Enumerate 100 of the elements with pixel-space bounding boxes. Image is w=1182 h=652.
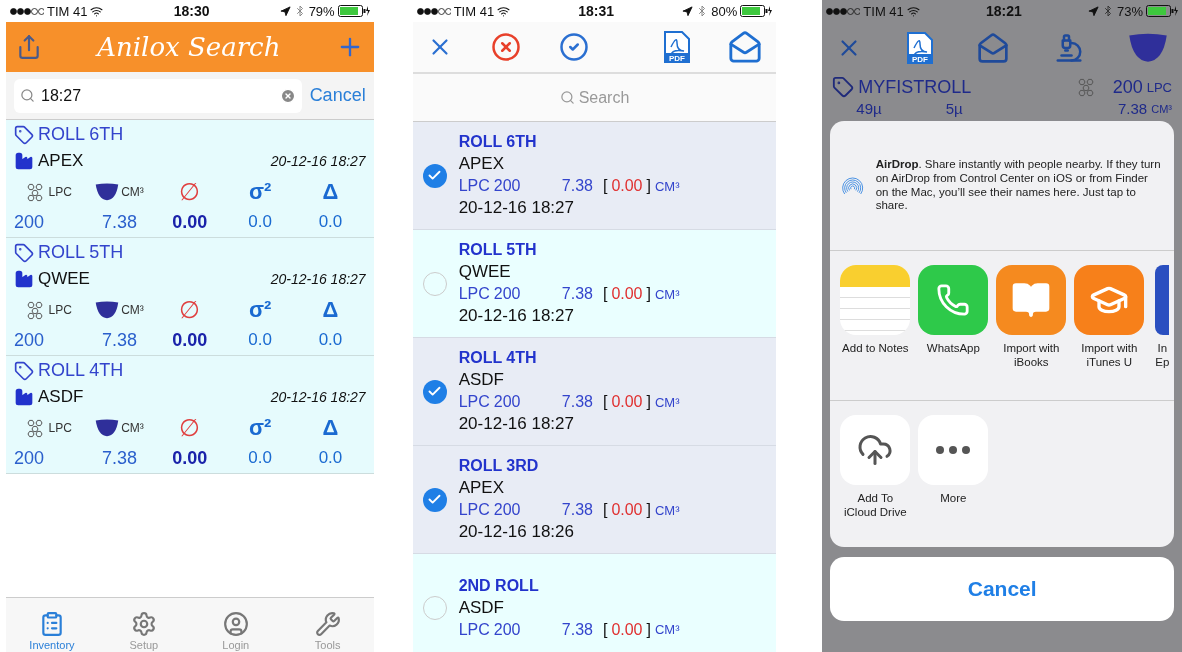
roll-row[interactable]: 2ND ROLL ASDF LPC 200 7.38 [ 0.00 ] CM³ xyxy=(412,554,777,652)
settings-icon xyxy=(130,611,157,637)
tag-icon xyxy=(14,360,34,381)
clock-time: 18:30 xyxy=(173,3,210,19)
lpc-value: 200 xyxy=(14,448,46,469)
pdf-file-icon[interactable]: PDF xyxy=(664,31,691,63)
deviation-value: 0.00 xyxy=(611,285,643,303)
app-icon[interactable] xyxy=(1155,265,1170,335)
carrier-name: TIM 41 xyxy=(863,3,904,19)
lpc-label: LPC xyxy=(48,184,72,199)
lpc-label: LPC xyxy=(458,285,490,303)
wifi-icon xyxy=(497,4,511,18)
selection-checkbox[interactable] xyxy=(422,163,447,188)
volume-value: 7.38 xyxy=(561,177,593,195)
more-icon[interactable] xyxy=(918,415,989,485)
volume-value: 7.38 xyxy=(101,330,137,351)
lpc-value: 200 xyxy=(1112,76,1143,98)
close-bracket: ] xyxy=(646,501,651,519)
company-name: APEX xyxy=(458,154,505,174)
carrier-name: TIM 41 xyxy=(47,3,88,19)
selection-checkbox[interactable] xyxy=(422,487,447,512)
volume-value: 7.38 xyxy=(1118,100,1148,117)
unit-label: CM³ xyxy=(654,622,680,637)
tab-bar-item[interactable]: Inventory xyxy=(6,598,98,652)
select-all-icon[interactable] xyxy=(558,32,589,62)
search-value: 18:27 xyxy=(41,86,82,105)
selection-checkbox[interactable] xyxy=(422,379,447,404)
app-label: In Ep xyxy=(1154,341,1171,370)
wall-value: 5µ xyxy=(945,100,963,117)
roll-row[interactable]: ROLL 6TH APEX LPC 200 7.38 [ 0.00 ] CM³ 20-12-16 18:27 xyxy=(412,122,777,230)
diameter-value: 0.00 xyxy=(172,212,208,233)
lpc-value: 200 xyxy=(493,177,522,195)
delta-value: 0.0 xyxy=(318,330,343,351)
icloud-drive-icon[interactable] xyxy=(840,415,911,485)
roll-row[interactable]: ROLL 5TH QWEE LPC 200 7.38 [ 0.00 ] CM³ 20-12-16 18:27 xyxy=(412,230,777,338)
roll-row[interactable]: ROLL 3RD APEX LPC 200 7.38 [ 0.00 ] CM³ 20-12-16 18:26 xyxy=(412,446,777,554)
search-field[interactable]: 18:27 xyxy=(14,78,302,113)
roll-row[interactable]: ROLL 5TH QWEE 20-12-16 18:27 LPC CM³ ∅ σ² Δ 200 7.38 0.00 0.0 0.0 xyxy=(6,238,374,356)
search-icon xyxy=(20,88,35,103)
delta-symbol: Δ xyxy=(322,178,339,205)
diameter-symbol: ∅ xyxy=(179,177,201,206)
volume-label: CM³ xyxy=(121,184,144,199)
roll-name: ROLL 4TH xyxy=(458,349,538,367)
app-title: Anilox Search xyxy=(97,32,281,62)
lpc-value: 200 xyxy=(14,212,46,233)
variance-value: 0.0 xyxy=(248,330,272,351)
roll-row[interactable]: ROLL 6TH APEX 20-12-16 18:27 LPC CM³ ∅ σ² Δ 200 7.38 0.00 0.0 0.0 xyxy=(6,120,374,238)
lpc-value: 200 xyxy=(493,285,522,303)
action-label: Add To iCloud Drive xyxy=(843,491,908,520)
lpc-label: LPC xyxy=(48,420,72,435)
delta-symbol: Δ xyxy=(322,296,339,323)
cup-icon xyxy=(95,300,120,319)
clock-time: 18:31 xyxy=(578,3,615,19)
ibooks-app-icon[interactable] xyxy=(996,265,1067,335)
location-icon xyxy=(682,5,694,17)
cancel-button[interactable]: Cancel xyxy=(309,85,366,106)
deviation-value: 0.00 xyxy=(611,501,643,519)
deselect-icon[interactable] xyxy=(490,32,521,62)
roll-date: 20-12-16 18:27 xyxy=(270,389,366,406)
battery-percent: 80% xyxy=(711,3,738,19)
roll-row[interactable]: ROLL 4TH ASDF 20-12-16 18:27 LPC CM³ ∅ σ² Δ 200 7.38 0.00 0.0 0.0 xyxy=(6,356,374,474)
open-bracket: [ xyxy=(602,177,608,195)
pdf-file-icon[interactable]: PDF xyxy=(906,32,933,64)
delta-value: 0.0 xyxy=(318,212,343,233)
lpc-value: 200 xyxy=(14,330,46,351)
company-name: APEX xyxy=(458,478,505,498)
volume-value: 7.38 xyxy=(101,448,137,469)
check-icon xyxy=(427,384,443,399)
roll-row[interactable]: ROLL 4TH ASDF LPC 200 7.38 [ 0.00 ] CM³ 20-12-16 18:27 xyxy=(412,338,777,446)
battery-icon xyxy=(337,5,370,17)
app-label: Add to Notes xyxy=(842,341,909,356)
company-name: APEX xyxy=(38,151,84,172)
variance-value: 0.0 xyxy=(248,448,272,469)
close-bracket: ] xyxy=(646,620,651,639)
unit-label: CM³ xyxy=(654,178,680,194)
signal-icon xyxy=(416,7,451,15)
clear-icon[interactable] xyxy=(279,87,296,104)
app-label: Import with iBooks xyxy=(1002,341,1061,370)
battery-percent: 73% xyxy=(1116,3,1143,19)
diameter-value: 0.00 xyxy=(172,330,208,351)
factory-icon xyxy=(14,387,34,408)
cancel-button[interactable]: Cancel xyxy=(830,557,1174,621)
variance-value: 0.0 xyxy=(248,212,272,233)
share-icon[interactable] xyxy=(16,34,42,60)
company-name: ASDF xyxy=(458,597,505,618)
lpc-label: LPC xyxy=(48,302,72,317)
mail-icon[interactable] xyxy=(728,30,763,64)
wrench-icon xyxy=(314,611,341,637)
whatsapp-app-icon[interactable] xyxy=(918,265,989,335)
lpc-value: 200 xyxy=(493,393,522,411)
wifi-icon xyxy=(90,4,104,18)
volume-label: CM³ xyxy=(121,420,144,435)
open-bracket: [ xyxy=(602,285,608,303)
lpc-label: LPC xyxy=(458,620,490,639)
itunes-u-app-icon[interactable] xyxy=(1074,265,1145,335)
tag-icon xyxy=(14,124,34,145)
app-label: WhatsApp xyxy=(926,341,980,356)
volume-value: 7.38 xyxy=(561,285,593,303)
mail-icon[interactable] xyxy=(977,32,1010,64)
user-icon xyxy=(222,611,249,637)
